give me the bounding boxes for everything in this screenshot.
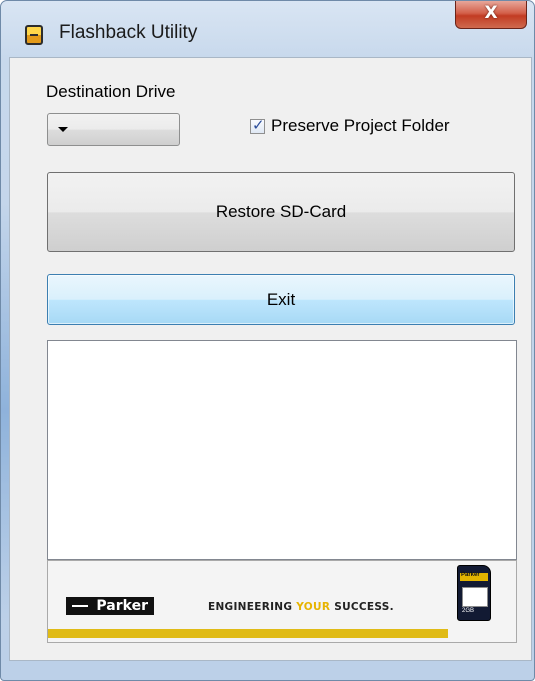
- sd-card-icon: Parker 2GB: [457, 565, 491, 621]
- banner-stripe: [48, 629, 448, 638]
- title-bar[interactable]: Flashback Utility X: [1, 1, 534, 57]
- preserve-project-folder-checkbox[interactable]: ✓: [250, 116, 265, 134]
- restore-sd-card-button[interactable]: Restore SD-Card: [47, 172, 515, 252]
- status-log-box[interactable]: [47, 340, 517, 560]
- sd-card-capacity: 2GB: [462, 608, 475, 614]
- window-title: Flashback Utility: [59, 22, 198, 43]
- app-icon: [25, 25, 43, 45]
- destination-drive-label: Destination Drive: [46, 82, 176, 101]
- checkmark-icon: ✓: [252, 116, 265, 134]
- exit-button[interactable]: Exit: [47, 274, 515, 325]
- tagline-end: SUCCESS.: [330, 601, 394, 613]
- destination-drive-select[interactable]: [47, 113, 180, 146]
- close-icon: X: [484, 3, 498, 23]
- tagline-accent: YOUR: [296, 601, 331, 613]
- banner-tagline: ENGINEERING YOUR SUCCESS.: [208, 601, 394, 613]
- tagline-start: ENGINEERING: [208, 601, 297, 613]
- sd-card-label-area: [462, 587, 488, 607]
- parker-logo: Parker: [66, 597, 154, 615]
- close-button[interactable]: X: [455, 1, 527, 29]
- app-window: Flashback Utility X Destination Drive ✓ …: [0, 0, 535, 681]
- chevron-down-icon: [58, 127, 68, 132]
- sd-card-brand: Parker: [461, 572, 480, 578]
- parker-banner: Parker ENGINEERING YOUR SUCCESS. Parker …: [47, 560, 517, 643]
- preserve-project-folder-label[interactable]: Preserve Project Folder: [271, 116, 450, 136]
- client-area: Destination Drive ✓ Preserve Project Fol…: [9, 57, 532, 661]
